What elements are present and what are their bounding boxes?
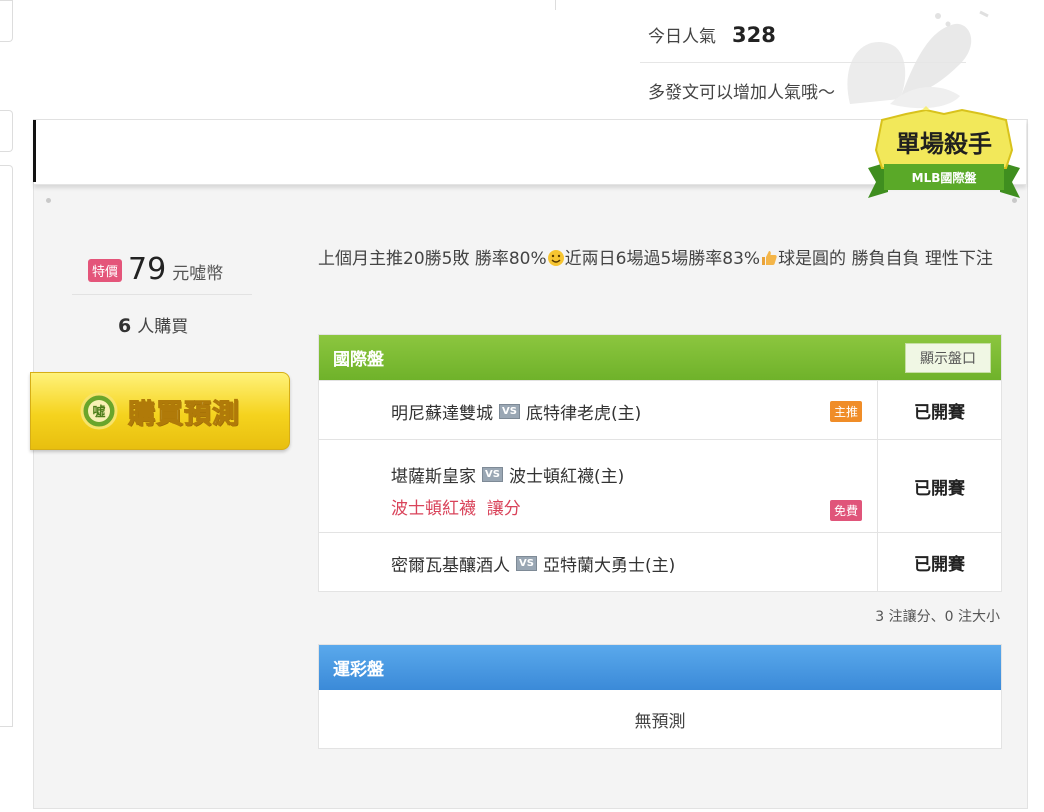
thumbs-up-icon xyxy=(762,251,777,265)
away-team: 密爾瓦基釀酒人 xyxy=(391,556,510,576)
description-part1: 上個月主推20勝5敗 勝率80% xyxy=(318,249,547,269)
table-row: 堪薩斯皇家 VS 波士頓紅襪(主) 波士頓紅襪 讓分 免費 已開賽 xyxy=(319,439,1001,532)
game-status: 已開賽 xyxy=(914,402,965,423)
header-divider xyxy=(555,0,556,10)
prediction-description: 上個月主推20勝5敗 勝率80% 近兩日6場過5場勝率83% 球是圓的 勝負自負 理… xyxy=(318,244,998,274)
main-pick-tag: 主推 xyxy=(829,401,862,422)
game-status: 已開賽 xyxy=(914,478,965,499)
match-cell: 密爾瓦基釀酒人 VS 亞特蘭大勇士(主) xyxy=(319,533,878,591)
badge-subtitle: MLB國際盤 xyxy=(912,170,978,185)
international-odds-table: 國際盤 顯示盤口 明尼蘇達雙城 VS 底特律老虎(主) 主推 已開賽 堪薩斯皇家… xyxy=(318,334,1002,592)
lottery-odds-table: 運彩盤 無預測 xyxy=(318,644,1002,749)
vs-icon: VS xyxy=(516,556,537,571)
international-title: 國際盤 xyxy=(333,350,384,370)
butterfly-decoration-icon xyxy=(847,10,989,109)
home-team: 底特律老虎(主) xyxy=(525,404,642,424)
bet-summary: 3 注讓分、0 注大小 xyxy=(875,609,1000,625)
game-status: 已開賽 xyxy=(914,554,965,575)
left-edge-panel xyxy=(0,0,13,42)
price-value: 79 xyxy=(128,252,167,287)
match-teams: 密爾瓦基釀酒人 VS 亞特蘭大勇士(主) xyxy=(391,551,675,576)
description-part3: 球是圓的 勝負自負 理性下注 xyxy=(778,249,993,269)
lottery-title: 運彩盤 xyxy=(333,660,384,680)
badge-title: 單場殺手 xyxy=(896,130,992,158)
smile-emoji-icon xyxy=(547,250,564,266)
home-team: 波士頓紅襪(主) xyxy=(508,467,625,487)
international-header: 國際盤 顯示盤口 xyxy=(319,335,1001,380)
buyers-label: 人購買 xyxy=(137,317,189,337)
lottery-header: 運彩盤 xyxy=(319,645,1001,690)
pick-text: 波士頓紅襪 讓分 xyxy=(391,499,521,519)
price-divider xyxy=(72,294,252,295)
buy-button-label: 購買預測 xyxy=(128,398,240,430)
table-row: 明尼蘇達雙城 VS 底特律老虎(主) 主推 已開賽 xyxy=(319,380,1001,439)
match-teams: 明尼蘇達雙城 VS 底特律老虎(主) xyxy=(391,399,641,424)
buyers-number: 6 xyxy=(118,315,132,337)
popularity-label: 今日人氣 xyxy=(648,27,716,47)
vs-icon: VS xyxy=(482,467,503,482)
no-prediction-text: 無預測 xyxy=(634,711,686,732)
match-cell: 明尼蘇達雙城 VS 底特律老虎(主) 主推 xyxy=(319,381,878,439)
price-unit: 元噓幣 xyxy=(172,264,224,284)
buy-prediction-button[interactable]: 噓 購買預測 xyxy=(30,372,290,450)
pin-icon xyxy=(46,198,51,203)
match-cell: 堪薩斯皇家 VS 波士頓紅襪(主) 波士頓紅襪 讓分 免費 xyxy=(319,440,878,532)
special-price-tag: 特價 xyxy=(88,259,123,282)
away-team: 堪薩斯皇家 xyxy=(391,467,476,487)
buyers-count: 6 人購買 xyxy=(118,312,188,337)
away-team: 明尼蘇達雙城 xyxy=(391,404,493,424)
popularity-hint: 多發文可以增加人氣哦～ xyxy=(648,83,835,103)
single-game-killer-badge: 單場殺手 MLB國際盤 xyxy=(868,106,1020,198)
free-tag: 免費 xyxy=(829,500,862,521)
left-edge-panel xyxy=(0,110,13,152)
popularity-value: 328 xyxy=(732,23,776,47)
card-header-accent xyxy=(33,120,36,182)
coin-icon-text: 噓 xyxy=(92,404,105,420)
match-teams: 堪薩斯皇家 VS 波士頓紅襪(主) xyxy=(391,462,624,487)
show-odds-button[interactable]: 顯示盤口 xyxy=(905,342,991,373)
price-row: 特價 79 元噓幣 xyxy=(88,252,223,287)
popularity-divider xyxy=(640,62,966,63)
home-team: 亞特蘭大勇士(主) xyxy=(542,556,676,576)
left-edge-panel xyxy=(0,165,13,727)
popularity-row: 今日人氣 328 xyxy=(648,22,776,47)
coin-icon: 噓 xyxy=(80,392,118,430)
description-part2: 近兩日6場過5場勝率83% xyxy=(564,249,761,269)
table-row: 密爾瓦基釀酒人 VS 亞特蘭大勇士(主) 已開賽 xyxy=(319,532,1001,591)
vs-icon: VS xyxy=(499,404,520,419)
